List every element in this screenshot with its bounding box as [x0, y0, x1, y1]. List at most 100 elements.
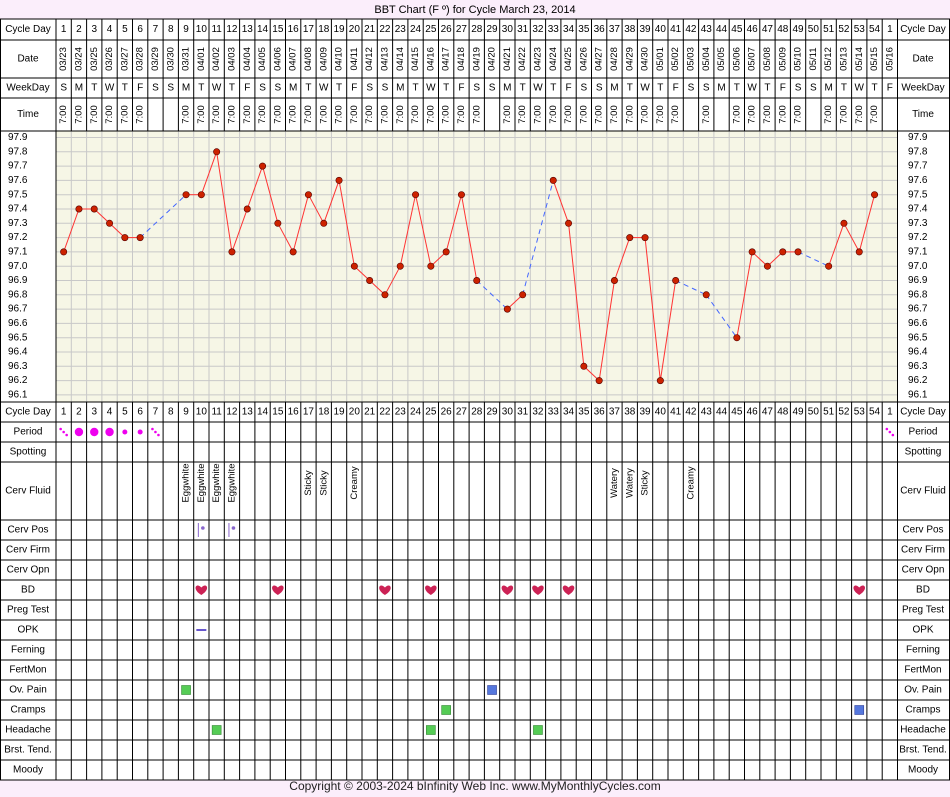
cycle_day-cell: 37	[609, 24, 621, 35]
weekday-cell: T	[336, 83, 342, 94]
cycle-day-cell: 46	[747, 407, 759, 418]
temp-point	[228, 248, 236, 256]
cycle-day-cell: 24	[410, 407, 422, 418]
cycle_day-cell: 41	[670, 24, 682, 35]
temp-point	[595, 377, 603, 385]
cycle_day-cell: 42	[685, 24, 697, 35]
time-cell: 7:00	[58, 105, 69, 124]
weekday-cell: T	[198, 83, 204, 94]
cycle_day-cell: 21	[364, 24, 376, 35]
date-cell: 04/17	[441, 47, 452, 71]
time-cell: 7:00	[349, 105, 360, 124]
date-cell: 05/07	[747, 47, 758, 71]
weekday-cell: S	[688, 83, 695, 94]
date-cell: 04/25	[563, 47, 574, 71]
cerv-fluid-mark: Creamy	[685, 466, 696, 500]
time-cell: 7:00	[104, 105, 115, 124]
time-cell: 7:00	[532, 105, 543, 124]
row-label-11: Ov. Pain	[9, 685, 47, 696]
cycle-day-cell: 19	[333, 407, 345, 418]
row-label-right-13: Headache	[900, 725, 946, 736]
cycle_day-cell: 11	[211, 24, 222, 35]
cycle_day-cell: 54	[869, 24, 881, 35]
y-tick-label-right: 96.9	[908, 275, 928, 286]
obs-row-bg	[0, 680, 950, 700]
cycle-day-cell: 4	[107, 407, 113, 418]
temp-point	[763, 262, 771, 270]
temp-point	[702, 291, 710, 299]
cycle_day-cell: 43	[701, 24, 713, 35]
time-cell: 7:00	[747, 105, 758, 124]
weekday-cell: F	[780, 83, 786, 94]
cycle_day-cell: 32	[532, 24, 544, 35]
row-label-14: Brst. Tend.	[4, 745, 52, 756]
cycle-day-cell: 33	[548, 407, 560, 418]
y-tick-label-right: 96.3	[908, 361, 928, 372]
y-tick-label-right: 97.4	[908, 204, 928, 215]
cycle_day-cell: 40	[655, 24, 667, 35]
cerv-fluid-mark: Eggwhite	[211, 463, 222, 502]
time-cell: 7:00	[303, 105, 314, 124]
temp-point	[871, 191, 879, 199]
date-cell: 04/16	[425, 47, 436, 71]
obs-row-bg	[0, 520, 950, 540]
cycle_day-cell: 33	[548, 24, 560, 35]
footer-copyright: Copyright © 2003-2024 bInfinity Web Inc.…	[289, 779, 660, 793]
weekday-cell: F	[565, 83, 571, 94]
temp-point	[840, 219, 848, 227]
cycle-day-cell: 40	[655, 407, 667, 418]
y-tick-label-right: 96.2	[908, 375, 928, 386]
temp-point	[610, 276, 618, 284]
cerv-fluid-mark: Eggwhite	[226, 463, 237, 502]
temp-point	[503, 305, 511, 313]
cycle-day-cell: 8	[168, 407, 174, 418]
period-mark	[105, 427, 114, 437]
temp-point	[565, 219, 573, 227]
y-tick-label-right: 97.2	[908, 232, 928, 243]
time-cell: 7:00	[73, 105, 84, 124]
row-label-2: Cerv Fluid	[5, 486, 51, 497]
cerv-fluid-mark: Watery	[609, 468, 620, 498]
y-tick-label: 97.2	[8, 232, 28, 243]
time-cell: 7:00	[89, 105, 100, 124]
cycle_day-cell: 23	[395, 24, 407, 35]
date-cell: 04/02	[211, 47, 222, 71]
time-cell: 7:00	[119, 105, 130, 124]
date-cell: 03/31	[181, 47, 192, 71]
date-cell: 04/04	[242, 47, 253, 71]
cerv-fluid-mark: Eggwhite	[196, 463, 207, 502]
y-tick-label: 96.3	[8, 361, 28, 372]
weekday-cell: M	[182, 83, 190, 94]
y-tick-label: 96.9	[8, 275, 28, 286]
cycle_day-cell: 35	[578, 24, 590, 35]
date-cell: 05/09	[777, 47, 788, 71]
temp-point	[90, 205, 98, 213]
y-tick-label-right: 97.7	[908, 161, 928, 172]
row-label-right-0: Period	[909, 427, 938, 438]
obs-row-bg	[0, 760, 950, 780]
cerv-fluid-mark: Watery	[624, 468, 635, 498]
cycle_day-cell: 52	[838, 24, 850, 35]
cycle-day-cell: 30	[502, 407, 514, 418]
cycle-day-cell: 23	[395, 407, 407, 418]
weekday-cell: S	[489, 83, 496, 94]
row-label-right-2: Cerv Fluid	[900, 486, 946, 497]
time-cell: 7:00	[838, 105, 849, 124]
weekday-cell: T	[412, 83, 418, 94]
cycle-day-cell: 7	[153, 407, 159, 418]
weekday-cell: T	[520, 83, 526, 94]
cycle-day-cell: 13	[242, 407, 254, 418]
y-tick-label: 96.7	[8, 304, 28, 315]
period-spot-mark	[157, 433, 160, 437]
cycle_day-cell: 5	[122, 24, 128, 35]
time-cell: 7:00	[471, 105, 482, 124]
temp-point	[396, 262, 404, 270]
row-label-weekday: WeekDay	[6, 83, 49, 94]
obs-row-bg	[0, 560, 950, 580]
temp-point	[75, 205, 83, 213]
date-cell: 03/24	[73, 47, 84, 71]
weekday-cell: W	[212, 83, 222, 94]
weekday-cell: M	[289, 83, 297, 94]
row-label-6: BD	[21, 585, 35, 596]
period-mark	[122, 429, 128, 435]
